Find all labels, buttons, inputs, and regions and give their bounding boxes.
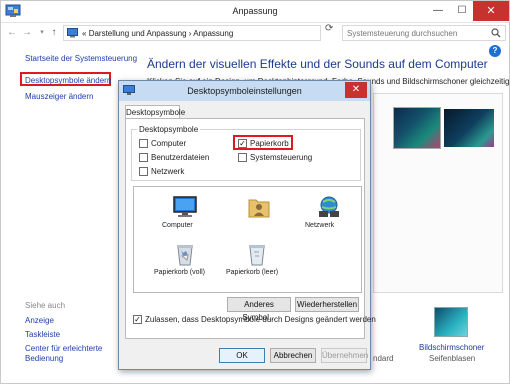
dialog-close-button[interactable]: ✕ — [345, 82, 367, 98]
theme-thumbnail[interactable] — [393, 107, 441, 149]
checkbox-label-control-panel: Systemsteuerung — [250, 153, 313, 162]
restore-default-button[interactable]: Wiederherstellen — [295, 297, 359, 312]
address-bar: ← → ▾ ↑ « Darstellung und Anpassung › An… — [1, 23, 509, 43]
forward-arrow-icon[interactable]: → — [20, 26, 34, 40]
close-button[interactable]: ✕ — [473, 1, 509, 21]
computer-icon[interactable] — [172, 195, 198, 219]
user-folder-icon[interactable] — [246, 195, 272, 219]
checkbox-label-network: Netzwerk — [151, 167, 185, 176]
title-bar: Anpassung — ☐ ✕ — [1, 1, 509, 23]
checkbox-label-user-files: Benutzerdateien — [151, 153, 210, 162]
icon-label-network: Netzwerk — [305, 222, 335, 229]
screensaver-link[interactable]: Bildschirmschoner — [419, 343, 484, 352]
checkbox-label-recycle-bin: Papierkorb — [250, 139, 289, 148]
icon-preview-list: Computer Netzwerk Papierkorb (voll) Papi… — [133, 186, 362, 293]
breadcrumb-item-personalization[interactable]: Anpassung — [193, 29, 233, 38]
sidebar-item-change-desktop-icons[interactable]: Desktopsymbole ändern — [25, 76, 111, 85]
back-arrow-icon[interactable]: ← — [5, 26, 19, 40]
sidebar-item-change-mouse-pointers[interactable]: Mauszeiger ändern — [25, 92, 93, 101]
checkbox-allow-themes[interactable]: ✓ — [133, 315, 142, 324]
breadcrumb: « Darstellung und Anpassung › Anpassung — [82, 29, 233, 38]
tab-desktop-icons[interactable]: Desktopsymbole — [125, 105, 185, 119]
page-title: Ändern der visuellen Effekte und der Sou… — [147, 57, 488, 71]
refresh-icon[interactable]: ⟳ — [325, 23, 337, 34]
see-also-ease-of-access[interactable]: Center für erleichterte — [25, 344, 102, 353]
search-input[interactable] — [347, 28, 487, 39]
dialog-title-bar: Desktopsymboleinstellungen ✕ — [119, 81, 370, 101]
up-arrow-icon[interactable]: ↑ — [47, 26, 61, 40]
color-label-partial: ndard — [373, 354, 394, 363]
checkbox-user-files[interactable] — [139, 153, 148, 162]
minimize-button[interactable]: — — [427, 1, 449, 21]
address-box[interactable]: « Darstellung und Anpassung › Anpassung … — [63, 25, 370, 41]
screensaver-name: Seifenblasen — [429, 354, 476, 363]
breadcrumb-history[interactable]: « — [82, 29, 86, 38]
network-icon[interactable] — [316, 195, 342, 219]
ok-button[interactable]: OK — [219, 348, 265, 363]
apply-button[interactable]: Übernehmen — [321, 348, 368, 363]
desktop-icon-settings-dialog: Desktopsymboleinstellungen ✕ Desktopsymb… — [118, 80, 376, 370]
maximize-button[interactable]: ☐ — [451, 1, 473, 21]
group-label: Desktopsymbole — [137, 125, 201, 134]
checkbox-label-allow-themes: Zulassen, dass Desktopsymbole durch Desi… — [145, 315, 376, 324]
checkbox-computer[interactable] — [139, 139, 148, 148]
search-box[interactable] — [342, 25, 506, 41]
icon-label-recycle-bin-full: Papierkorb (voll) — [154, 269, 205, 276]
sidebar-item-control-panel-home[interactable]: Startseite der Systemsteuerung — [25, 54, 137, 63]
recycle-bin-empty-icon[interactable] — [244, 242, 270, 266]
help-icon[interactable]: ? — [489, 45, 501, 57]
checkbox-network[interactable] — [139, 167, 148, 176]
breadcrumb-separator[interactable]: › — [189, 29, 192, 38]
icon-label-computer: Computer — [162, 222, 193, 229]
see-also-header: Siehe auch — [25, 301, 66, 310]
recycle-bin-full-icon[interactable] — [172, 242, 198, 266]
dialog-title: Desktopsymboleinstellungen — [187, 86, 302, 96]
breadcrumb-item-appearance[interactable]: Darstellung und Anpassung — [89, 29, 187, 38]
see-also-ease-of-access-line2[interactable]: Bedienung — [25, 354, 63, 363]
theme-thumbnail[interactable] — [444, 109, 494, 147]
see-also-display[interactable]: Anzeige — [25, 316, 54, 325]
change-icon-button[interactable]: Anderes Symbol... — [227, 297, 291, 322]
cancel-button[interactable]: Abbrechen — [270, 348, 316, 363]
checkbox-label-computer: Computer — [151, 139, 187, 148]
checkbox-control-panel[interactable] — [238, 153, 247, 162]
screensaver-icon[interactable] — [434, 307, 468, 337]
checkbox-recycle-bin[interactable]: ✓ — [238, 139, 247, 148]
control-panel-icon — [67, 28, 78, 38]
search-icon[interactable] — [491, 28, 501, 38]
see-also-taskbar[interactable]: Taskleiste — [25, 330, 60, 339]
icon-label-recycle-bin-empty: Papierkorb (leer) — [226, 269, 279, 276]
